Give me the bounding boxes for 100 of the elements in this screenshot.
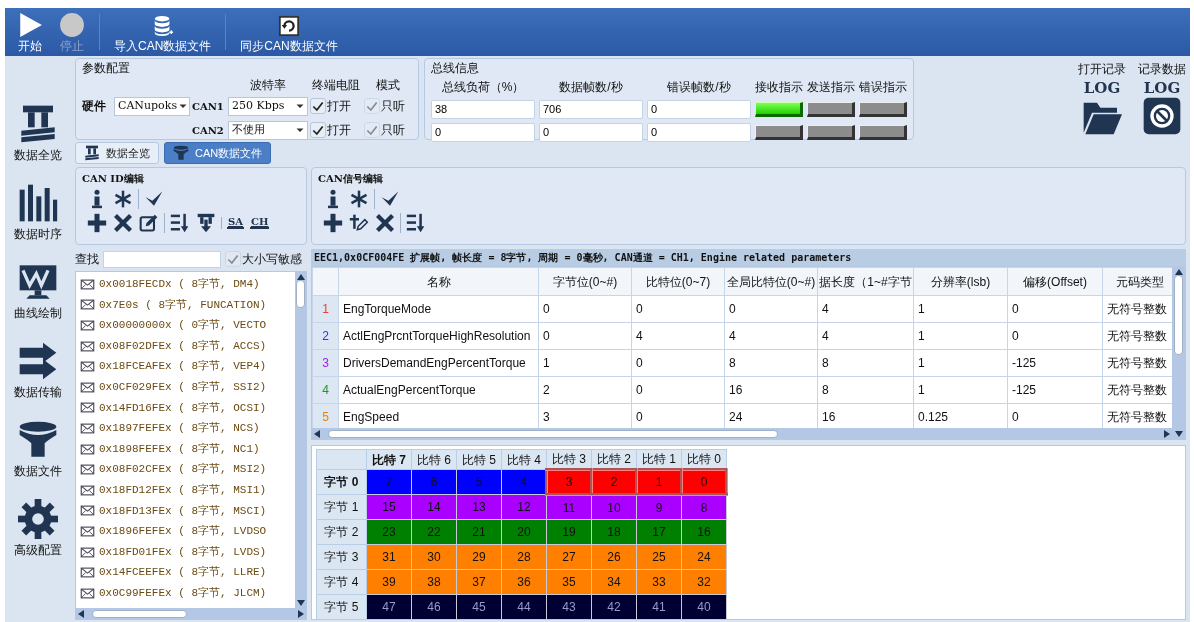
field-label: 查找 [75, 251, 99, 268]
column-header: 波特率 [249, 77, 287, 94]
toolbar-button[interactable]: CH [250, 217, 270, 229]
toolbar-button[interactable] [170, 213, 190, 233]
row-number: 1 [312, 295, 339, 323]
tab[interactable]: CAN数据文件 [164, 142, 272, 164]
list-item[interactable]: 0x7E0s ( 8字节, FUNCATION) [99, 296, 267, 314]
toolbar-button[interactable] [87, 213, 107, 233]
group-title: 总线信息 [431, 61, 479, 76]
sync-icon[interactable] [278, 13, 300, 38]
bit-cell[interactable]: 0 [681, 469, 727, 495]
bit-cell[interactable]: 1 [636, 469, 682, 495]
table-cell: 1 [538, 349, 632, 377]
list-item[interactable]: 0x18FD13FEx ( 8字节, MSCI) [99, 502, 267, 520]
toolbar-button[interactable] [375, 213, 395, 233]
bit-cell[interactable]: 2 [591, 469, 637, 495]
table-cell: 1 [913, 322, 1008, 350]
bit-cell[interactable]: 3 [546, 469, 592, 495]
list-item[interactable]: 0x08F02CFEx ( 8字节, MSI2) [99, 461, 267, 478]
table-cell: 0 [1007, 295, 1103, 323]
toolbar-button[interactable] [113, 213, 133, 233]
list-item[interactable]: 0x08F02DFEx ( 8字节, ACCS) [99, 337, 267, 355]
sidebar-item[interactable]: 数据传输 [13, 335, 62, 401]
toolbar-button[interactable] [349, 189, 369, 209]
envelope-icon [80, 544, 95, 560]
dropdown[interactable]: 250 Kbps [228, 96, 308, 116]
envelope-icon [80, 482, 95, 498]
column-header: 总线负荷（%） [440, 78, 526, 96]
sidebar-item[interactable]: 曲线绘制 [13, 256, 62, 322]
toolbar-button[interactable] [406, 213, 426, 233]
list-item[interactable]: 0x18FD01FEx ( 8字节, LVDS) [99, 543, 267, 561]
toolbar-button[interactable]: 开始 [9, 8, 51, 56]
dropdown[interactable]: CANupoks [114, 96, 190, 116]
funnel-icon[interactable] [17, 420, 58, 460]
list-item[interactable]: 0x14FCEEFEx ( 8字节, LLRE) [99, 564, 267, 581]
sidebar-item[interactable]: 数据时序 [13, 177, 62, 243]
toolbar-button[interactable] [323, 213, 343, 233]
toolbar-button[interactable] [196, 213, 216, 233]
table-cell: 8 [724, 349, 818, 377]
envelope-icon [80, 523, 95, 539]
toolbar-button[interactable]: 导入CAN数据文件 [106, 8, 220, 56]
column-header: 元码类型 [1102, 267, 1172, 296]
checkbox[interactable]: 打开 [310, 97, 362, 115]
input-field[interactable]: 0 [431, 122, 535, 142]
search-field[interactable] [103, 250, 221, 268]
delete-icon [375, 213, 395, 233]
column-header: 比特 7 [366, 449, 412, 470]
monitor-chart-icon[interactable] [17, 262, 58, 302]
table-cell: 0 [631, 295, 725, 323]
list-item[interactable]: 0x14FD16FEx ( 8字节, OCSI) [99, 399, 267, 417]
horizontal-scrollbar[interactable] [312, 428, 1172, 439]
column-header: 名称 [338, 267, 539, 296]
table-cell: 0 [538, 295, 632, 323]
field-label: 硬件 [82, 98, 107, 115]
column-header: 全局比特位(0~#) [724, 267, 818, 296]
sort-down-icon [196, 213, 216, 233]
table-cell: 2 [538, 376, 632, 404]
list-item[interactable]: 0x18FD12FEx ( 8字节, MSI1) [99, 482, 267, 499]
toolbar-button[interactable]: SA [227, 217, 244, 229]
row-number: 4 [312, 376, 339, 404]
column-header: 发送指示 [807, 78, 855, 96]
input-field[interactable]: 0 [647, 122, 751, 142]
sidebar-item[interactable]: 数据文件 [13, 414, 62, 480]
list-item[interactable]: 0x1898FEFEx ( 8字节, NC1) [99, 440, 260, 458]
column-header: 模式 [375, 77, 401, 94]
input-field[interactable]: 0 [647, 99, 751, 119]
sidebar-item[interactable]: 高级配置 [13, 493, 62, 559]
horizontal-scrollbar[interactable] [76, 608, 306, 619]
table-cell: ActlEngPrcntTorqueHighResolution [338, 322, 539, 350]
list-item[interactable]: 0x00000000x ( 0字节, VECTO [99, 317, 267, 334]
table-cell: EngTorqueMode [338, 295, 539, 323]
list-item[interactable]: 0x18FCEAFEx ( 8字节, VEP4) [99, 358, 267, 375]
checkbox[interactable]: 打开 [310, 121, 362, 139]
list-item[interactable]: 0x0CF029FEx ( 8字节, SSI2) [99, 379, 267, 396]
toolbar-button[interactable] [139, 213, 159, 233]
list-item[interactable]: 0x0018FECDx ( 8字节, DM4) [99, 276, 260, 293]
bar-chart-icon[interactable] [17, 183, 58, 223]
input-field[interactable]: 38 [431, 99, 535, 119]
vertical-scrollbar[interactable] [295, 272, 306, 608]
dropdown[interactable]: 不使用 [228, 120, 308, 140]
sidebar-item[interactable]: 数据全览 [13, 98, 62, 164]
sort-icon [406, 213, 426, 233]
vertical-scrollbar[interactable] [1172, 267, 1185, 439]
toolbar-button[interactable] [349, 213, 369, 233]
list-item[interactable]: 0x1897FEFEx ( 8字节, NCS) [99, 420, 260, 437]
toolbar-button[interactable] [113, 189, 133, 209]
list-item[interactable]: 0x1896FEFEx ( 8字节, LVDSO [99, 523, 267, 540]
column-header: 接收指示 [755, 78, 803, 96]
list-item[interactable]: 0x0C99FEFEx ( 8字节, JLCM) [99, 584, 267, 602]
input-field[interactable]: 706 [539, 99, 643, 119]
column-header: 错误指示 [859, 78, 907, 96]
row-number: 2 [312, 322, 339, 350]
toolbar-button[interactable]: 同步CAN数据文件 [232, 8, 346, 56]
settings-icon[interactable] [17, 499, 58, 539]
input-field[interactable]: 0 [539, 122, 643, 142]
column-header: 比特位(0~7) [631, 267, 725, 296]
row-header: 字节 4 [316, 569, 367, 595]
play-icon[interactable] [17, 11, 43, 38]
arrows-icon[interactable] [17, 341, 58, 381]
tab[interactable]: 数据全览 [75, 142, 159, 164]
